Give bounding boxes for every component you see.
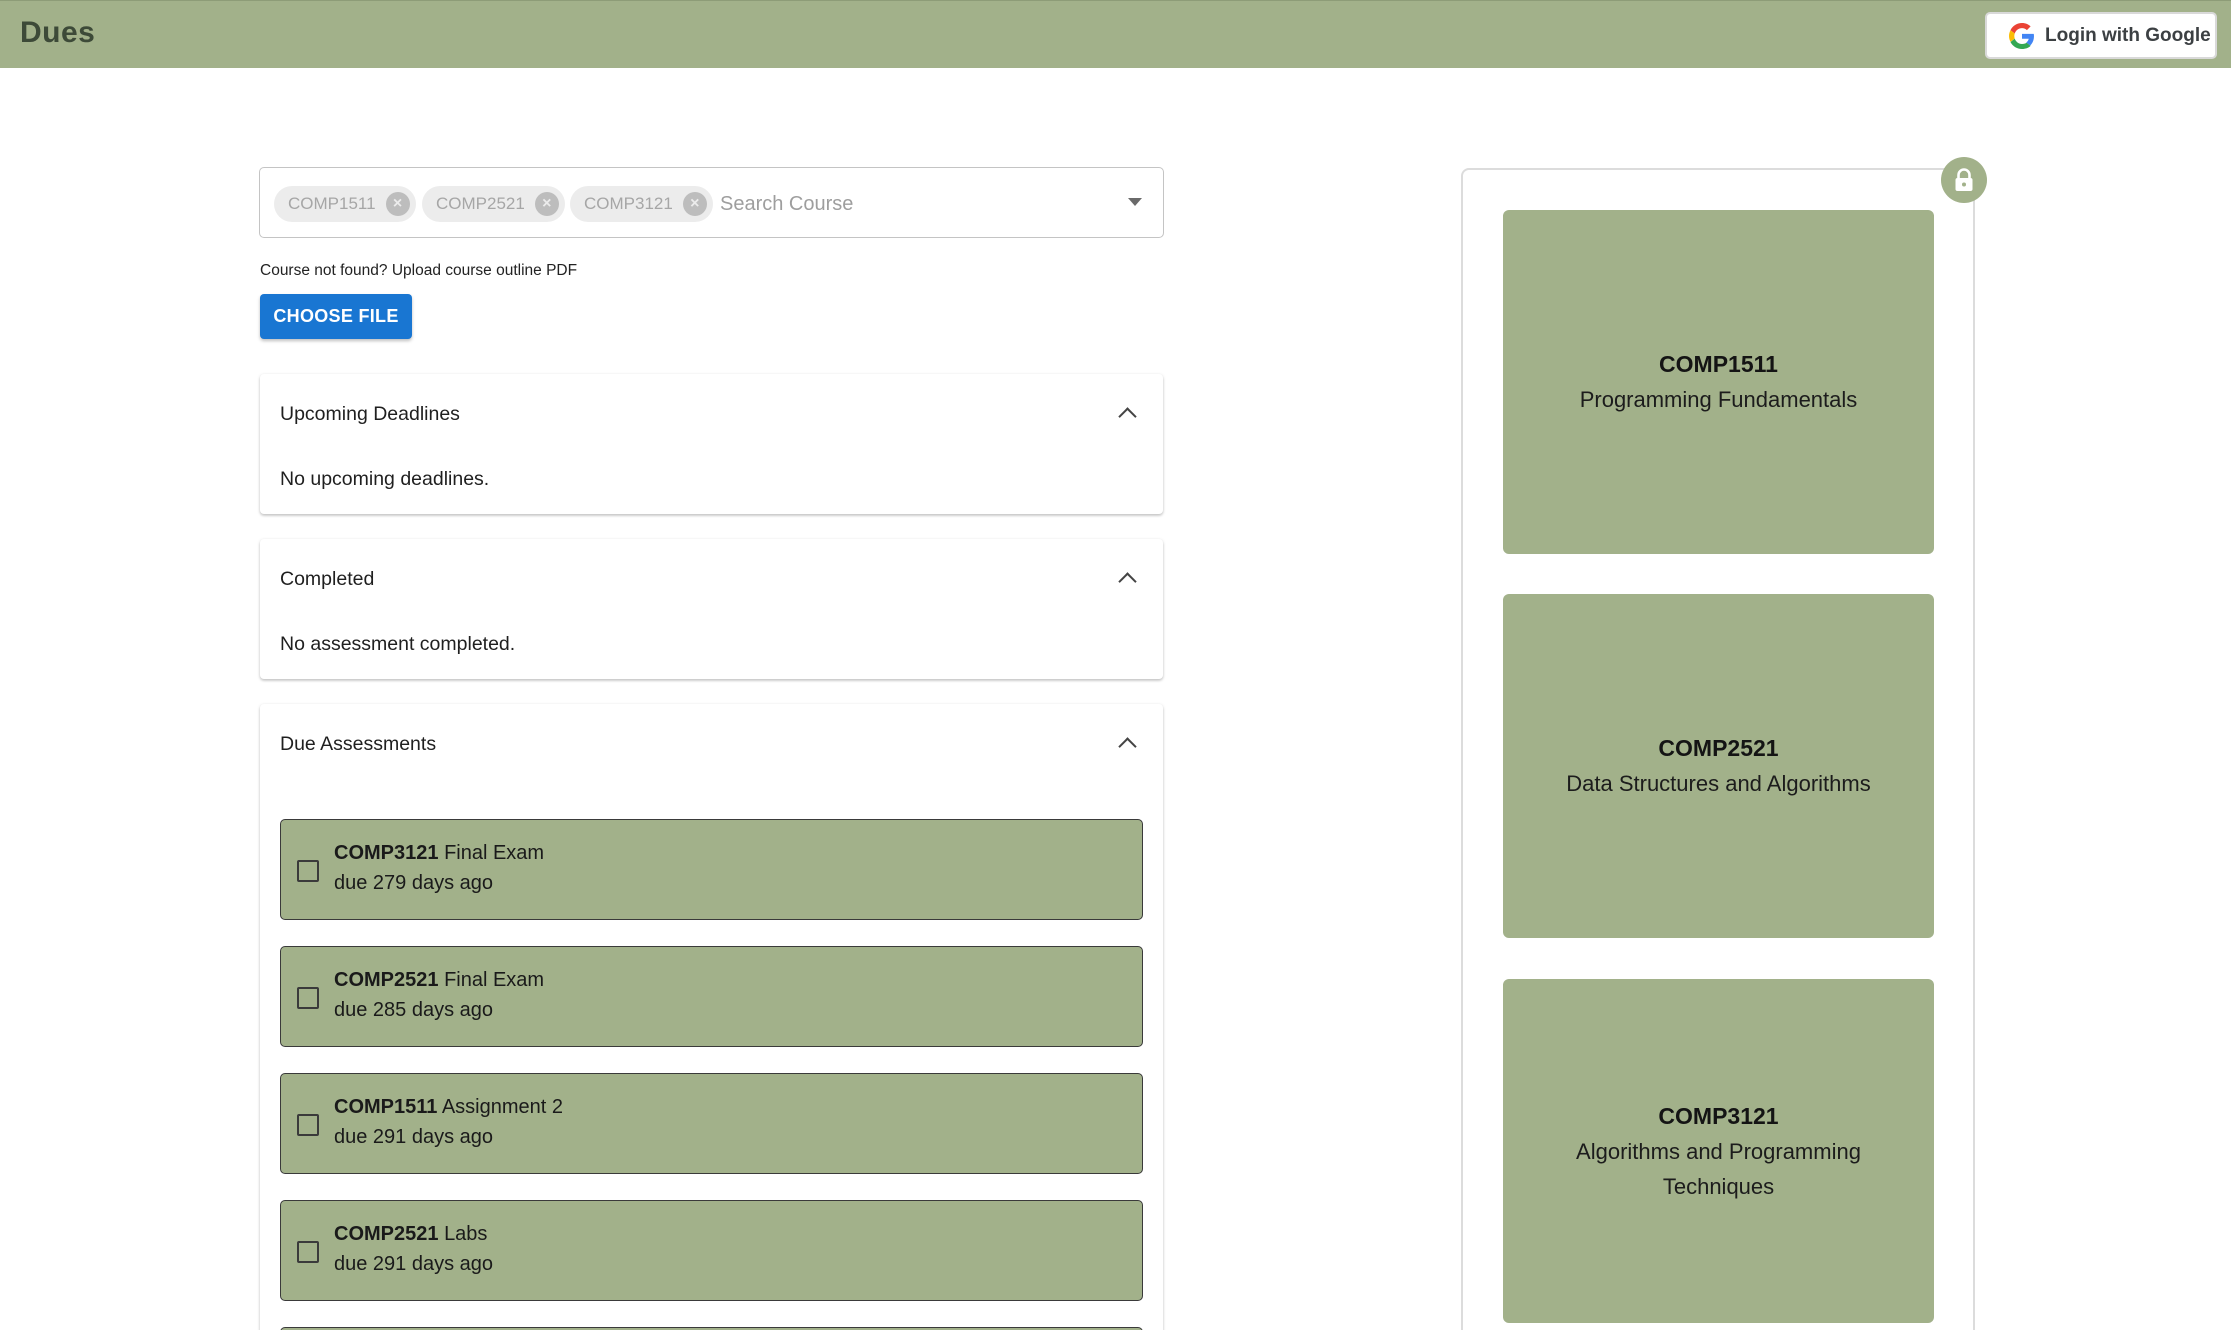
checkbox-blank-icon[interactable] <box>297 860 319 882</box>
assessment-due-text: due 285 days ago <box>334 999 494 1021</box>
cancel-circle-icon[interactable]: × <box>682 192 707 216</box>
assessment-name: Final Exam <box>444 842 545 864</box>
assessment-due-text: due 291 days ago <box>334 1253 494 1275</box>
assessment-title: COMP1511 Assignment 2 <box>334 1096 563 1119</box>
upcoming-empty-text: No upcoming deadlines. <box>280 468 490 490</box>
course-chip[interactable]: COMP3121 × <box>570 186 713 222</box>
course-card-code: COMP3121 <box>1658 1102 1779 1129</box>
app-bar: Dues Login with Google <box>0 0 2231 68</box>
due-assessment-item[interactable]: COMP2521 Final Exam due 285 days ago <box>280 946 1143 1047</box>
lock-toggle-button[interactable] <box>1941 157 1987 203</box>
cancel-circle-icon[interactable]: × <box>385 192 410 216</box>
completed-panel: Completed No assessment completed. <box>260 539 1163 679</box>
assessment-name: Labs <box>444 1223 488 1245</box>
assessment-due-text: due 291 days ago <box>334 1126 494 1148</box>
due-assessments-panel: Due Assessments COMP3121 Final Exam due … <box>260 704 1163 1330</box>
chip-label: COMP2521 <box>436 194 525 213</box>
course-search-autocomplete[interactable]: COMP1511 × COMP2521 × COMP3121 × <box>259 167 1164 238</box>
checkbox-blank-icon[interactable] <box>297 1241 319 1263</box>
assessment-course-code: COMP3121 <box>334 842 439 864</box>
due-assessment-item[interactable]: COMP2521 Labs due 291 days ago <box>280 1200 1143 1301</box>
course-card-name: Algorithms and Programming Techniques <box>1576 1138 1861 1199</box>
app-title: Dues <box>20 16 96 49</box>
completed-empty-text: No assessment completed. <box>280 633 516 655</box>
assessment-name: Final Exam <box>444 969 545 991</box>
chip-label: COMP3121 <box>584 194 673 213</box>
checkbox-blank-icon[interactable] <box>297 1114 319 1136</box>
course-card-code: COMP1511 <box>1659 351 1778 377</box>
checkbox-blank-icon[interactable] <box>297 987 319 1009</box>
assessment-title: COMP3121 Final Exam <box>334 842 544 865</box>
google-icon <box>2009 22 2034 49</box>
chevron-up-icon[interactable] <box>1118 737 1137 756</box>
assessment-course-code: COMP2521 <box>334 969 439 991</box>
assessment-course-code: COMP1511 <box>334 1096 438 1118</box>
course-card-name: Data Structures and Algorithms <box>1566 771 1871 796</box>
lock-icon <box>1955 168 1973 191</box>
login-label: Login with Google <box>2045 24 2211 46</box>
course-card[interactable]: COMP3121 Algorithms and Programming Tech… <box>1503 979 1934 1323</box>
assessment-title: COMP2521 Labs <box>334 1223 487 1246</box>
upcoming-deadlines-header[interactable]: Upcoming Deadlines <box>280 403 460 426</box>
due-assessment-item[interactable]: COMP3121 Final Exam due 279 days ago <box>280 819 1143 920</box>
chevron-up-icon[interactable] <box>1118 407 1137 426</box>
course-chip[interactable]: COMP1511 × <box>274 186 416 222</box>
completed-header[interactable]: Completed <box>280 568 374 591</box>
assessment-title: COMP2521 Final Exam <box>334 969 544 992</box>
chip-label: COMP1511 <box>288 194 376 213</box>
chevron-up-icon[interactable] <box>1118 572 1137 591</box>
upcoming-deadlines-panel: Upcoming Deadlines No upcoming deadlines… <box>260 374 1163 514</box>
cancel-circle-icon[interactable]: × <box>534 192 559 216</box>
course-card[interactable]: COMP1511 Programming Fundamentals <box>1503 210 1934 554</box>
assessment-name: Assignment 2 <box>441 1096 564 1118</box>
search-course-input[interactable] <box>720 186 1080 222</box>
course-card[interactable]: COMP2521 Data Structures and Algorithms <box>1503 594 1934 938</box>
course-card-code: COMP2521 <box>1658 735 1779 761</box>
course-card-name: Programming Fundamentals <box>1579 387 1858 412</box>
arrow-drop-down-icon[interactable] <box>1128 198 1142 206</box>
upload-hint: Course not found? Upload course outline … <box>260 262 578 279</box>
login-with-google-button[interactable]: Login with Google <box>1985 12 2217 59</box>
course-chip[interactable]: COMP2521 × <box>422 186 565 222</box>
choose-file-button[interactable]: CHOOSE FILE <box>260 294 412 339</box>
due-assessments-header[interactable]: Due Assessments <box>280 733 436 756</box>
assessment-due-text: due 279 days ago <box>334 872 494 894</box>
assessment-course-code: COMP2521 <box>334 1223 439 1245</box>
due-assessment-item[interactable]: COMP1511 Assignment 2 due 291 days ago <box>280 1073 1143 1174</box>
